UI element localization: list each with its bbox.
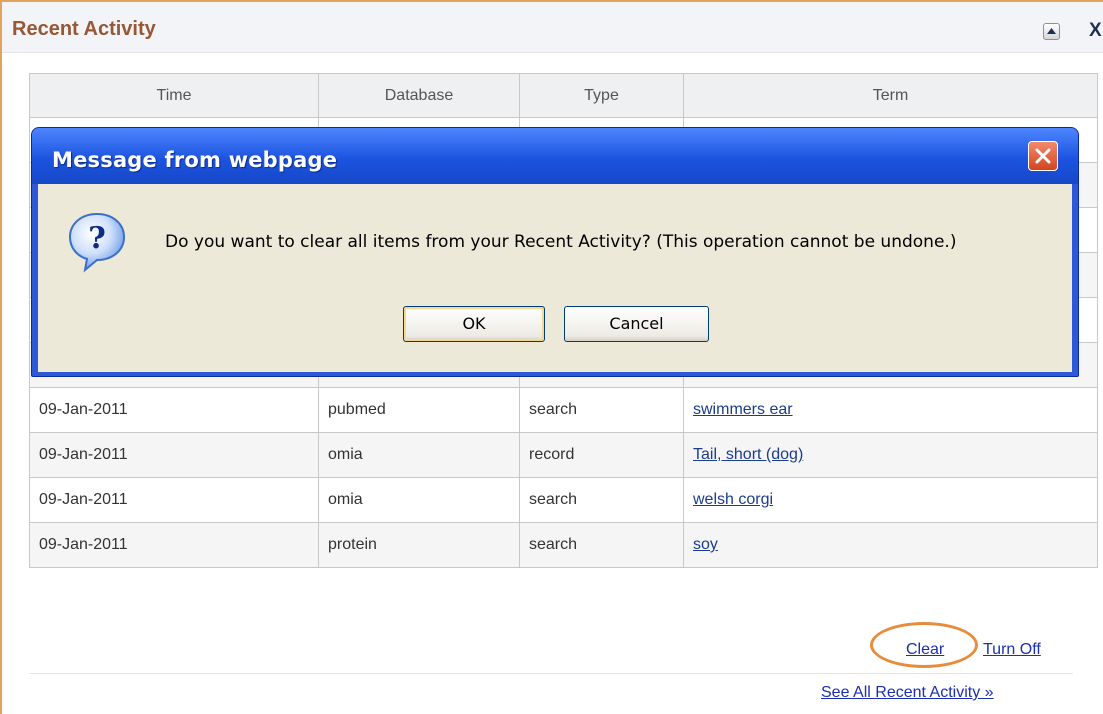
dialog-body: ? Do you want to clear all items from yo…	[38, 184, 1072, 372]
cell-time: 09-Jan-2011	[29, 432, 319, 478]
turn-off-link[interactable]: Turn Off	[983, 641, 1041, 659]
cell-database: pubmed	[318, 387, 520, 433]
cell-term: Tail, short (dog)	[683, 432, 1098, 478]
question-icon: ?	[68, 212, 126, 273]
dialog-title: Message from webpage	[52, 148, 338, 172]
panel-left-border	[0, 0, 2, 714]
dialog-close-button[interactable]	[1028, 141, 1058, 171]
svg-text:?: ?	[88, 221, 106, 256]
cell-database: omia	[318, 432, 520, 478]
caret-up-icon	[1047, 28, 1056, 34]
see-all-recent-activity-link[interactable]: See All Recent Activity »	[821, 684, 994, 702]
table-row: 09-Jan-2011 pubmed search swimmers ear	[29, 387, 1098, 433]
cell-type: search	[519, 522, 684, 568]
ok-button[interactable]: OK	[403, 306, 545, 342]
cell-term: swimmers ear	[683, 387, 1098, 433]
cell-type: record	[519, 432, 684, 478]
close-icon	[1035, 148, 1051, 164]
clear-link[interactable]: Clear	[906, 641, 944, 659]
footer-divider	[29, 673, 1073, 674]
term-link[interactable]: soy	[693, 536, 718, 553]
dialog-message: Do you want to clear all items from your…	[165, 232, 957, 252]
confirm-dialog: Message from webpage ? Do you want to cl…	[31, 127, 1079, 377]
cell-term: soy	[683, 522, 1098, 568]
term-link[interactable]: welsh corgi	[693, 491, 773, 508]
term-link[interactable]: swimmers ear	[693, 401, 793, 418]
cell-term: welsh corgi	[683, 477, 1098, 523]
table-header-row: Time Database Type Term	[29, 73, 1098, 118]
cell-time: 09-Jan-2011	[29, 477, 319, 523]
table-row: 09-Jan-2011 omia search welsh corgi	[29, 477, 1098, 523]
cell-type: search	[519, 387, 684, 433]
table-row: 09-Jan-2011 protein search soy	[29, 522, 1098, 568]
term-link[interactable]: Tail, short (dog)	[693, 446, 803, 463]
cell-time: 09-Jan-2011	[29, 387, 319, 433]
dialog-titlebar[interactable]: Message from webpage	[32, 128, 1078, 184]
column-header-type: Type	[519, 73, 684, 118]
cell-type: search	[519, 477, 684, 523]
close-panel-button[interactable]: X	[1089, 20, 1102, 42]
column-header-term: Term	[683, 73, 1098, 118]
cell-database: omia	[318, 477, 520, 523]
column-header-time: Time	[29, 73, 319, 118]
column-header-database: Database	[318, 73, 520, 118]
panel-title: Recent Activity	[12, 18, 156, 40]
panel-header: Recent Activity X	[2, 2, 1103, 53]
cell-database: protein	[318, 522, 520, 568]
table-row: 09-Jan-2011 omia record Tail, short (dog…	[29, 432, 1098, 478]
cell-time: 09-Jan-2011	[29, 522, 319, 568]
cancel-button[interactable]: Cancel	[564, 306, 709, 342]
collapse-panel-button[interactable]	[1043, 23, 1060, 40]
